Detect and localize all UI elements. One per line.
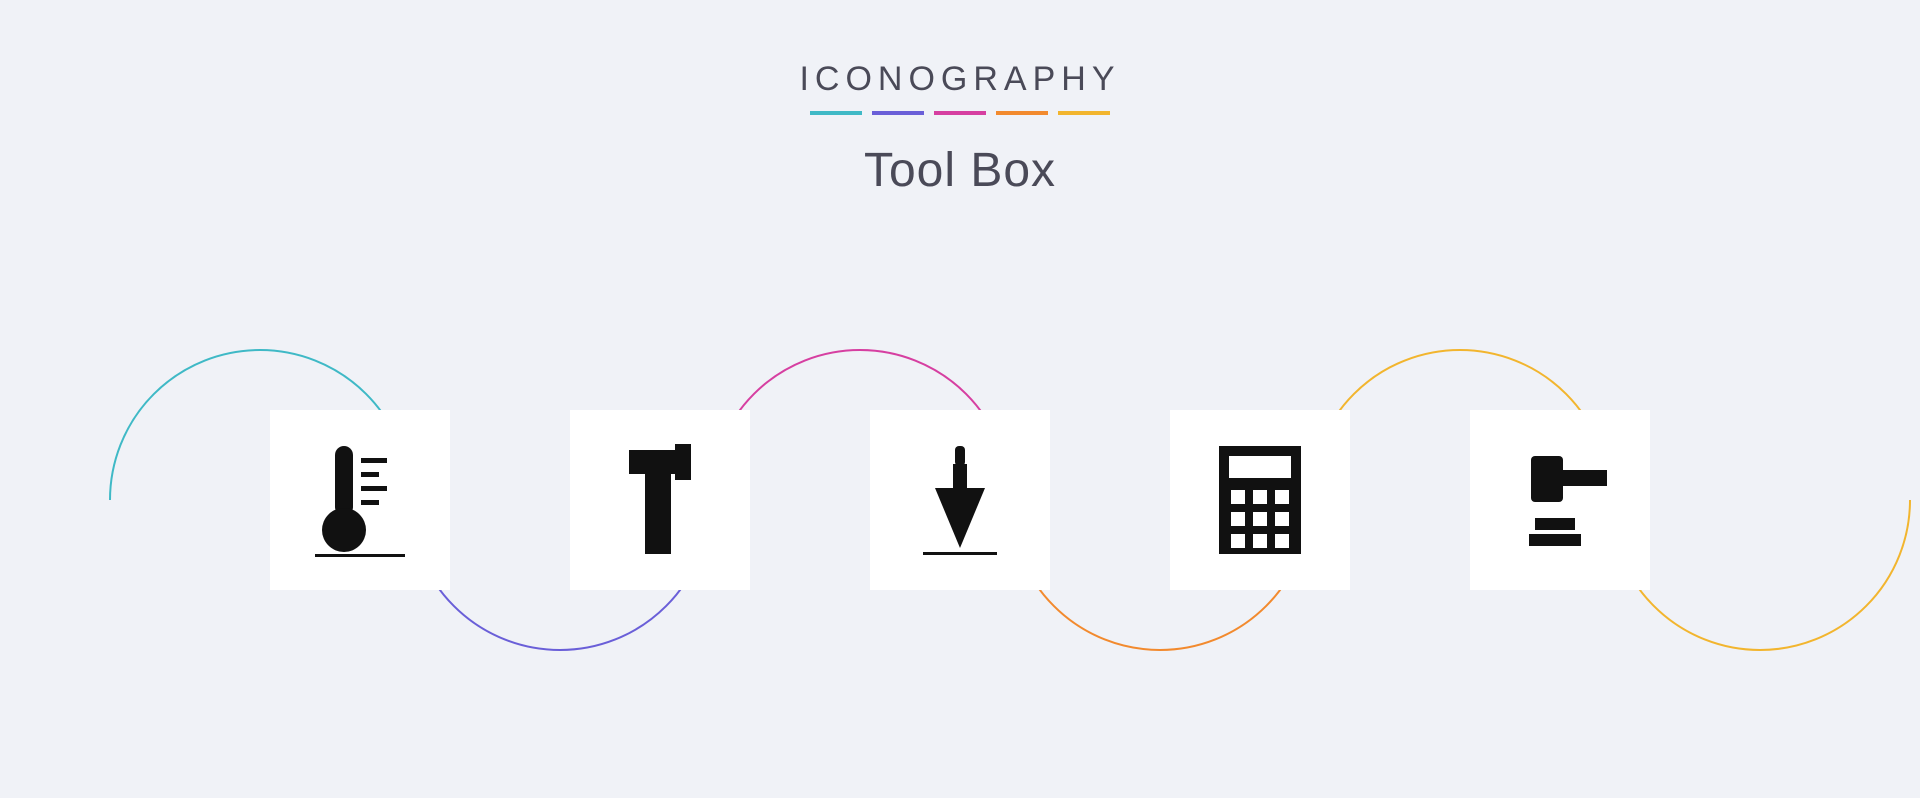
trowel-icon [905,440,1015,560]
brand-text: ICONOGRAPHY [0,60,1920,99]
icon-card-hammer [570,410,750,590]
bar-2 [872,111,924,115]
calculator-icon [1205,440,1315,560]
pack-title: Tool Box [0,143,1920,198]
icon-card-thermometer [270,410,450,590]
bar-4 [996,111,1048,115]
hammer-icon [605,440,715,560]
brand-color-bars [0,111,1920,115]
bar-3 [934,111,986,115]
gavel-icon [1505,440,1615,560]
bar-5 [1058,111,1110,115]
icon-stage [0,260,1920,740]
icon-row [0,260,1920,740]
icon-card-calculator [1170,410,1350,590]
bar-1 [810,111,862,115]
icon-card-trowel [870,410,1050,590]
thermometer-icon [305,440,415,560]
header: ICONOGRAPHY Tool Box [0,0,1920,198]
icon-card-gavel [1470,410,1650,590]
